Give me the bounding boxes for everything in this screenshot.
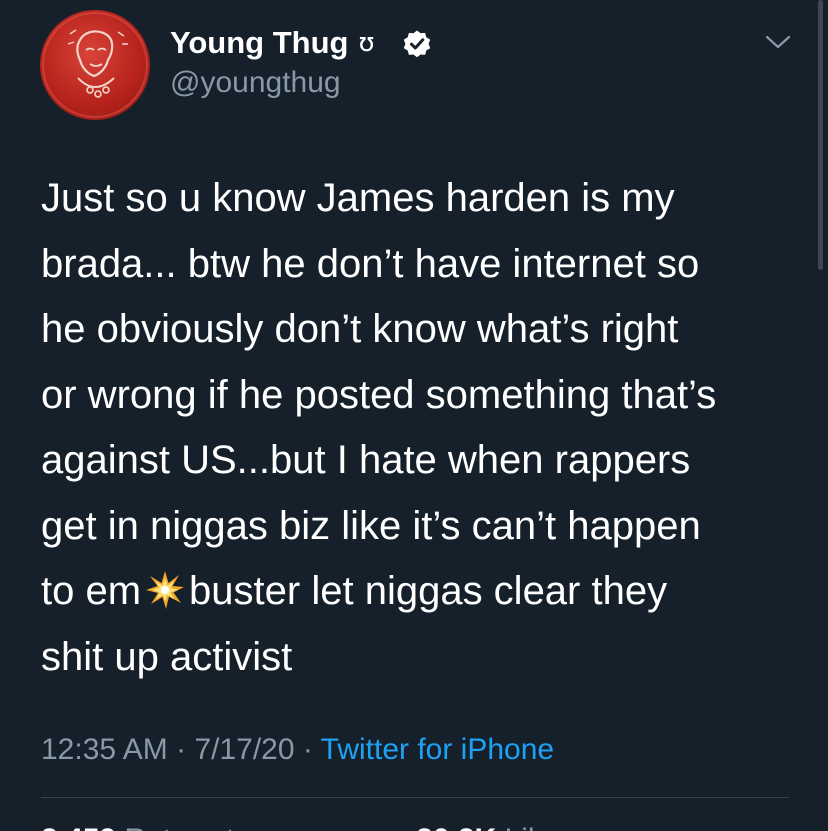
avatar[interactable] (40, 10, 150, 120)
tweet-line: brada... btw he don’t have internet so (41, 241, 700, 286)
retweets-label: Retweets (124, 823, 249, 831)
tweet-line: get in niggas biz like it’s can’t happen (41, 503, 701, 548)
likes-count: 20.2K (416, 823, 496, 831)
tweet-line-prefix: to em (41, 569, 142, 613)
tweet-date[interactable]: 7/17/20 (194, 733, 294, 766)
tweet-line: he obviously don’t know what’s right (41, 307, 679, 351)
tweet-time[interactable]: 12:35 AM (41, 733, 168, 766)
likes-label: Likes (505, 823, 575, 831)
divider (41, 797, 789, 798)
collision-icon (146, 571, 185, 609)
verified-badge-icon (403, 30, 431, 58)
display-name[interactable]: Young Thug ʊ (170, 24, 375, 62)
tweet-stats: 2,459 Retweets 20.2K Likes (41, 820, 575, 831)
tweet-text: Just so u know James harden is my brada.… (41, 166, 811, 690)
chevron-down-icon[interactable] (764, 32, 792, 52)
tweet-line: shit up activist (41, 634, 293, 679)
name-glyph: ʊ (358, 28, 375, 58)
meta-separator: · (167, 733, 195, 766)
user-handle[interactable]: @youngthug (170, 65, 341, 101)
tweet-line: against US...but I hate when rappers (41, 438, 691, 482)
meta-separator: · (294, 733, 321, 766)
scrollbar[interactable] (818, 0, 823, 270)
retweets-count: 2,459 (41, 823, 116, 831)
tweet-meta: 12:35 AM · 7/17/20 · Twitter for iPhone (41, 730, 554, 770)
tweet-line: or wrong if he posted something that’s (41, 372, 717, 417)
tweet-line-suffix: buster let niggas clear they (189, 569, 668, 613)
likes-stat[interactable]: 20.2K Likes (416, 823, 574, 831)
retweets-stat[interactable]: 2,459 Retweets (41, 823, 249, 831)
display-name-text: Young Thug (170, 25, 349, 60)
avatar-portrait-icon (42, 12, 148, 118)
tweet-line-with-emoji: to em buster let niggas clear they (41, 559, 811, 625)
tweet-source-link[interactable]: Twitter for iPhone (321, 733, 554, 766)
tweet-detail: Young Thug ʊ @youngthug Just so u know Ja… (0, 0, 828, 831)
tweet-line: Just so u know James harden is my (41, 176, 675, 220)
